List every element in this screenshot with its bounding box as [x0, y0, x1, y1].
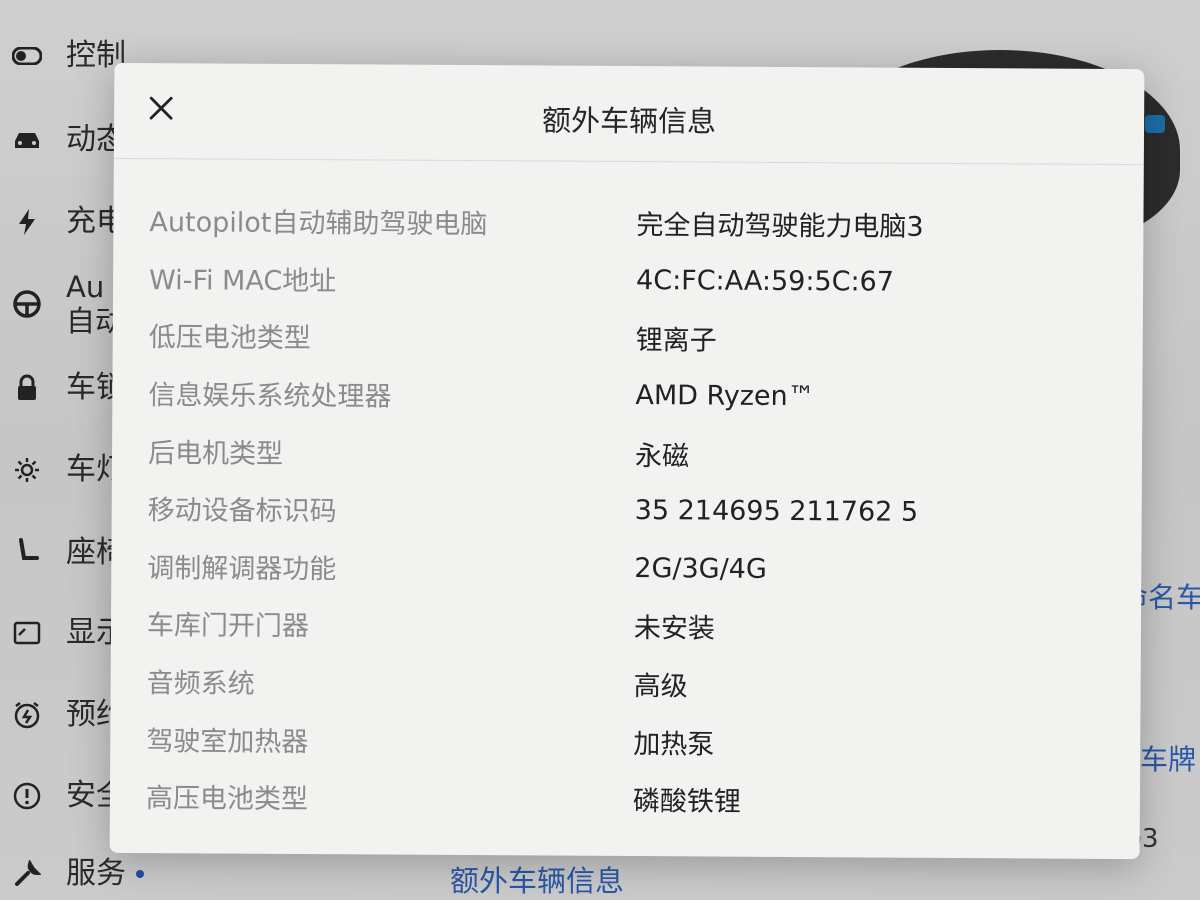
info-row-infotainment-processor: 信息娱乐系统处理器 AMD Ryzen™ — [148, 364, 1122, 428]
info-label: Wi-Fi MAC地址 — [148, 264, 337, 298]
alert-circle-icon — [10, 779, 44, 813]
wrench-icon — [10, 857, 44, 891]
sun-icon — [10, 453, 44, 487]
extra-vehicle-info-link[interactable]: 额外车辆信息 — [450, 858, 624, 900]
sidebar-item-lights[interactable]: 车灯 — [10, 452, 126, 488]
info-list: Autopilot自动辅助驾驶电脑 完全自动驾驶能力电脑3 Wi-Fi MAC地址… — [146, 191, 1124, 830]
info-label: 驾驶室加热器 — [146, 725, 309, 758]
info-row-audio-system: 音频系统 高级 — [146, 652, 1120, 716]
info-label: 车库门开门器 — [146, 610, 310, 643]
info-row-cabin-heater: 驾驶室加热器 加热泵 — [146, 709, 1120, 773]
info-value: 锂离子 — [635, 325, 717, 358]
info-row-modem: 调制解调器功能 2G/3G/4G — [147, 537, 1121, 601]
info-value: 完全自动驾驶能力电脑3 — [636, 210, 924, 244]
info-value: 35 214695 211762 5 — [634, 495, 919, 529]
car-icon — [10, 123, 44, 157]
sidebar-item-label: 服务 — [66, 856, 126, 891]
info-value: 未安装 — [633, 613, 716, 645]
sidebar-item-seats[interactable]: 座椅 — [10, 535, 126, 571]
sidebar-item-dynamics[interactable]: 动态 — [10, 122, 126, 158]
lock-icon — [10, 371, 44, 405]
dialog-title: 额外车辆信息 — [541, 103, 717, 139]
dialog-header: 额外车辆信息 — [113, 62, 1145, 166]
notification-dot — [136, 870, 144, 878]
info-label: 高压电池类型 — [145, 783, 309, 816]
info-value: 2G/3G/4G — [634, 552, 767, 585]
steering-wheel-icon — [10, 287, 44, 321]
info-row-rear-motor: 后电机类型 永磁 — [148, 421, 1122, 485]
sidebar-item-locks[interactable]: 车锁 — [10, 370, 126, 406]
info-label: 信息娱乐系统处理器 — [148, 380, 392, 413]
info-label: 低压电池类型 — [148, 322, 311, 355]
sidebar-item-autopilot[interactable]: Au 自动 — [10, 270, 124, 338]
sidebar-item-display[interactable]: 显示 — [10, 615, 126, 651]
info-row-mobile-device-id: 移动设备标识码 35 214695 211762 5 — [148, 479, 1122, 543]
info-value: 磷酸铁锂 — [632, 786, 742, 818]
sidebar-item-charging[interactable]: 充电 — [10, 204, 126, 240]
info-row-high-voltage-battery: 高压电池类型 磷酸铁锂 — [146, 767, 1120, 831]
info-value: 永磁 — [634, 440, 690, 473]
info-value: AMD Ryzen™ — [635, 380, 815, 413]
sidebar-item-safety[interactable]: 安全 — [10, 778, 126, 814]
bolt-icon — [10, 205, 44, 239]
toggle-icon — [10, 39, 44, 73]
display-icon — [10, 616, 44, 650]
info-value: 加热泵 — [633, 728, 715, 761]
info-row-wifi-mac: Wi-Fi MAC地址 4C:FC:AA:59:5C:67 — [149, 249, 1123, 313]
info-row-low-voltage-battery: 低压电池类型 锂离子 — [149, 306, 1123, 370]
info-value: 4C:FC:AA:59:5C:67 — [636, 264, 895, 298]
info-row-garage-door-opener: 车库门开门器 未安装 — [147, 594, 1121, 658]
extra-vehicle-info-dialog: 额外车辆信息 Autopilot自动辅助驾驶电脑 完全自动驾驶能力电脑3 Wi-F… — [109, 62, 1145, 860]
info-row-autopilot-computer: Autopilot自动辅助驾驶电脑 完全自动驾驶能力电脑3 — [149, 191, 1123, 255]
sidebar-item-controls[interactable]: 控制 — [10, 38, 126, 74]
seat-icon — [10, 536, 44, 570]
info-label: 移动设备标识码 — [147, 495, 337, 528]
info-label: 调制解调器功能 — [147, 552, 337, 586]
info-label: 后电机类型 — [147, 437, 284, 470]
car-accent — [1145, 115, 1165, 133]
info-label: Autopilot自动辅助驾驶电脑 — [149, 207, 488, 241]
info-value: 高级 — [633, 671, 688, 703]
sidebar-item-label: Au — [66, 270, 105, 304]
sidebar-item-schedule[interactable]: 预约 — [10, 697, 126, 733]
info-label: 音频系统 — [146, 668, 255, 700]
sidebar-item-service[interactable]: 服务 — [10, 856, 144, 892]
alarm-clock-icon — [10, 698, 44, 732]
